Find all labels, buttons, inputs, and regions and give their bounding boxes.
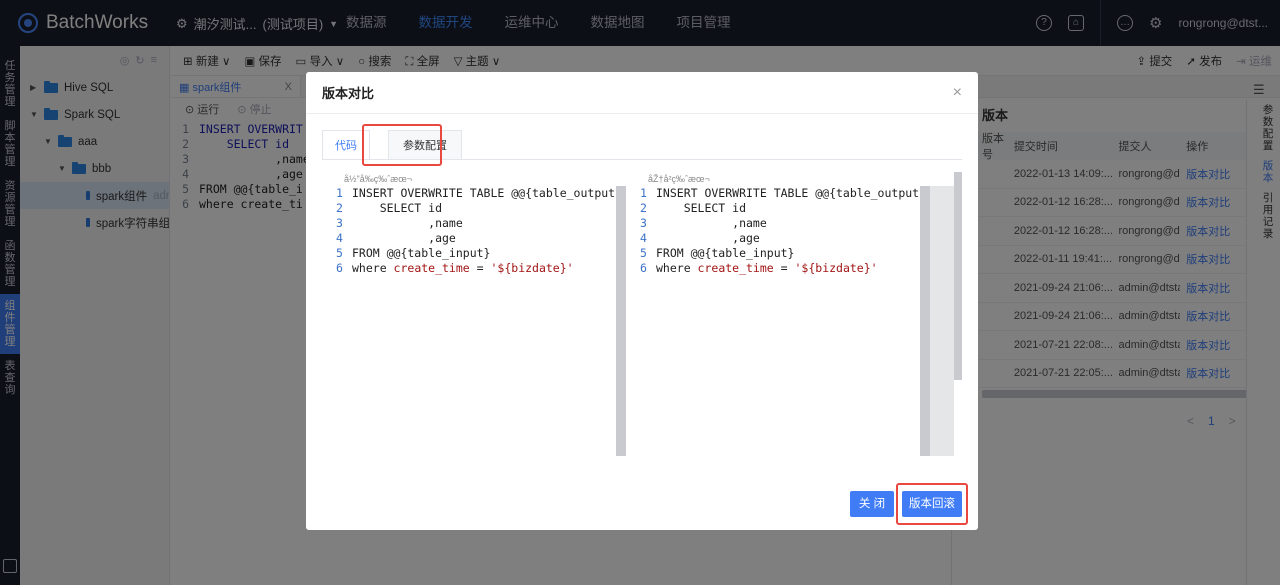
line-number: 1: [640, 186, 647, 200]
line-number: 4: [336, 231, 343, 245]
current-version-label: å½"å‰ç‰ˆæœ¬: [344, 174, 412, 184]
code-text: '${bizdate}': [490, 261, 574, 275]
line-number: 4: [640, 231, 647, 245]
history-version-code: 1 INSERT OVERWRITE TABLE @@{table_output}…: [640, 186, 920, 456]
code-text: ,name: [352, 216, 463, 230]
code-line: 1 INSERT OVERWRITE TABLE @@{table_output}…: [336, 186, 616, 201]
code-line: 2 SELECT id: [336, 201, 616, 216]
code-line: 3 ,name: [336, 216, 616, 231]
modal-title: 版本对比: [322, 86, 375, 101]
code-text: create_time: [697, 261, 774, 275]
code-line: 5 FROM @@{table_input}: [336, 246, 616, 261]
version-compare-modal: 版本对比 × 代码 参数配置 å½"å‰ç‰ˆæœ¬ 1 INSERT OVERW…: [306, 72, 978, 530]
current-version-code: 1 INSERT OVERWRITE TABLE @@{table_output}…: [336, 186, 616, 456]
left-pane-scrollbar[interactable]: [616, 186, 626, 456]
code-text: SELECT id: [656, 201, 747, 215]
code-line: 6 where create_time = '${bizdate}': [336, 261, 616, 276]
code-text: FROM @@{table_input}: [656, 246, 795, 260]
highlight-rollback-button: [896, 483, 968, 525]
line-number: 3: [336, 216, 343, 230]
line-number: 2: [336, 201, 343, 215]
history-version-label: åŽ†å²ç‰ˆæœ¬: [648, 174, 710, 184]
code-text: where: [656, 261, 698, 275]
right-pane-scrollbar[interactable]: [920, 186, 930, 456]
close-button[interactable]: 关 闭: [850, 491, 894, 517]
code-line: 5 FROM @@{table_input}: [640, 246, 920, 261]
line-number: 1: [336, 186, 343, 200]
code-text: SELECT id: [352, 201, 443, 215]
code-line: 1 INSERT OVERWRITE TABLE @@{table_output}…: [640, 186, 920, 201]
code-text: create_time: [393, 261, 470, 275]
code-text: INSERT OVERWRITE TABLE @@{table_output} …: [656, 186, 920, 200]
code-text: FROM @@{table_input}: [352, 246, 491, 260]
code-text: where: [352, 261, 394, 275]
code-line: 6 where create_time = '${bizdate}': [640, 261, 920, 276]
line-number: 5: [640, 246, 647, 260]
code-text: =: [469, 261, 491, 275]
code-text: '${bizdate}': [794, 261, 878, 275]
code-text: ,age: [352, 231, 456, 245]
line-number: 6: [336, 261, 343, 275]
line-number: 6: [640, 261, 647, 275]
modal-header: 版本对比 ×: [306, 72, 978, 114]
code-text: ,age: [656, 231, 760, 245]
line-number: 2: [640, 201, 647, 215]
close-icon[interactable]: ×: [953, 84, 962, 101]
code-text: =: [773, 261, 795, 275]
code-text: ,name: [656, 216, 767, 230]
highlight-param-tab: [362, 124, 442, 166]
code-line: 4 ,age: [336, 231, 616, 246]
code-line: 4 ,age: [640, 231, 920, 246]
line-number: 3: [640, 216, 647, 230]
code-line: 2 SELECT id: [640, 201, 920, 216]
code-text: INSERT OVERWRITE TABLE @@{table_output} …: [352, 186, 616, 200]
line-number: 5: [336, 246, 343, 260]
diff-overview-scrollbar[interactable]: [954, 172, 962, 380]
code-line: 3 ,name: [640, 216, 920, 231]
